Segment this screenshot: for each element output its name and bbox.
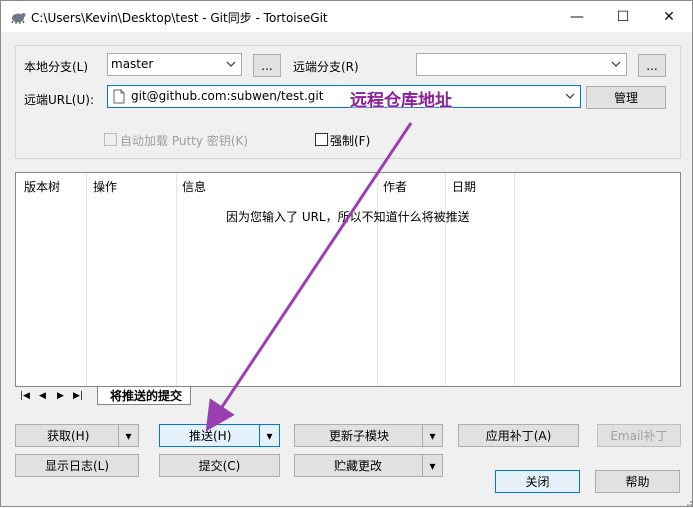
column-header-message[interactable]: 信息 [182,178,206,195]
close-window-button[interactable]: ✕ [646,1,692,32]
autoload-putty-checkbox[interactable] [104,133,117,146]
document-icon [113,89,125,104]
chevron-down-icon [565,93,575,99]
stash-button[interactable]: 贮藏更改 ▾ [294,454,443,477]
empty-list-message: 因为您输入了 URL，所以不知道什么将被推送 [226,210,470,224]
local-branch-combo[interactable]: master [107,53,242,76]
column-header-author[interactable]: 作者 [383,178,407,195]
tortoisegit-app-icon [11,13,26,24]
force-label: 强制(F) [330,134,371,148]
tab-strip: |◀ ◀ ▶ ▶| 将推送的提交 [15,387,681,407]
apply-patch-button[interactable]: 应用补丁(A) [458,424,579,447]
tab-last-button[interactable]: ▶| [73,391,83,401]
fetch-button[interactable]: 获取(H) ▾ [15,424,139,447]
manage-remotes-button[interactable]: 管理 [586,86,666,109]
show-log-button[interactable]: 显示日志(L) [15,454,139,477]
window-title: C:\Users\Kevin\Desktop\test - Git同步 - To… [31,11,328,25]
force-checkbox[interactable] [315,133,328,146]
stash-button-label: 贮藏更改 [334,459,383,473]
resize-grip-icon[interactable] [684,498,693,507]
column-header-action[interactable]: 操作 [93,178,117,195]
update-submodule-label: 更新子模块 [329,429,390,443]
column-divider [176,173,177,386]
chevron-down-icon[interactable]: ▾ [259,425,279,446]
remote-branch-label: 远端分支(R) [293,60,359,74]
column-divider [86,173,87,386]
close-button[interactable]: 关闭 [495,470,580,493]
maximize-button[interactable]: ☐ [600,1,646,32]
remote-url-label: 远端URL(U): [24,93,94,107]
fetch-button-label: 获取(H) [47,429,90,443]
help-button[interactable]: 帮助 [595,470,680,493]
sync-dialog: C:\Users\Kevin\Desktop\test - Git同步 - To… [0,0,693,507]
email-patch-button[interactable]: Email补丁 [597,424,681,447]
update-submodule-button[interactable]: 更新子模块 ▾ [294,424,443,447]
column-divider [514,173,515,386]
chevron-down-icon [226,61,236,67]
annotation-label: 远程仓库地址 [350,91,452,111]
column-divider [445,173,446,386]
remote-url-combo[interactable]: git@github.com:subwen/test.git [107,85,581,108]
column-divider [377,173,378,386]
chevron-down-icon[interactable]: ▾ [118,425,138,446]
column-header-date[interactable]: 日期 [452,178,476,195]
minimize-button[interactable]: — [554,1,600,32]
chevron-down-icon[interactable]: ▾ [422,455,442,476]
push-button-label: 推送(H) [189,429,232,443]
tab-prev-button[interactable]: ◀ [39,391,46,401]
commit-list[interactable]: 版本树 操作 信息 作者 日期 因为您输入了 URL，所以不知道什么将被推送 [15,172,681,387]
local-branch-value: master [111,57,154,71]
title-bar: C:\Users\Kevin\Desktop\test - Git同步 - To… [1,1,692,32]
remote-branch-combo[interactable] [416,53,627,76]
remote-url-value: git@github.com:subwen/test.git [131,89,324,103]
local-branch-label: 本地分支(L) [24,60,89,74]
tab-first-button[interactable]: |◀ [20,391,30,401]
push-button[interactable]: 推送(H) ▾ [159,424,280,447]
tab-next-button[interactable]: ▶ [57,391,64,401]
chevron-down-icon[interactable]: ▾ [422,425,442,446]
chevron-down-icon [611,61,621,67]
autoload-putty-label: 自动加载 Putty 密钥(K) [120,134,249,148]
commit-button[interactable]: 提交(C) [159,454,280,477]
local-branch-browse-button[interactable]: ... [253,54,281,77]
column-header-graph[interactable]: 版本树 [24,178,60,195]
tab-commits-to-push[interactable]: 将推送的提交 [97,387,192,405]
remote-branch-browse-button[interactable]: ... [638,54,666,77]
